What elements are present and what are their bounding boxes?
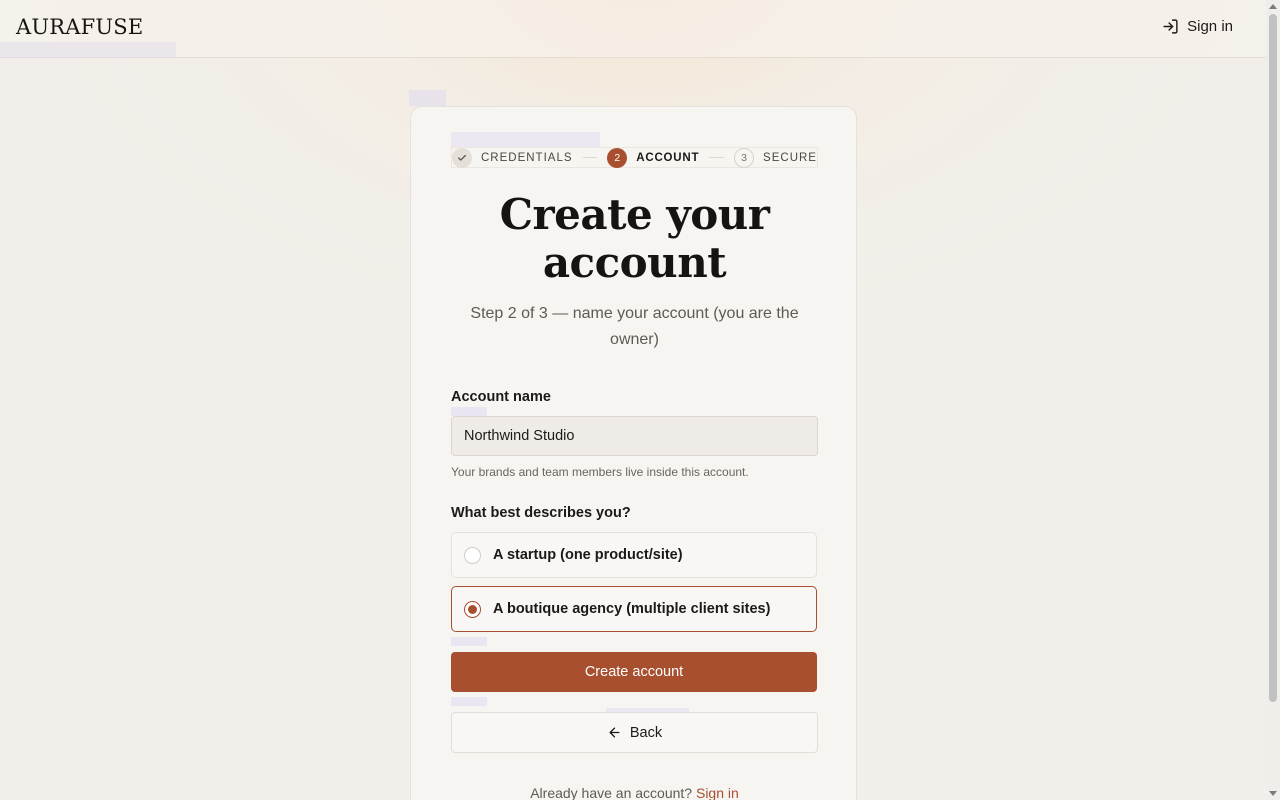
step-account: 2 ACCOUNT [607, 147, 700, 168]
step-number: 3 [734, 147, 755, 168]
page-title: Create your account [499, 190, 770, 287]
step-credentials: CREDENTIALS [452, 147, 573, 168]
option-label: A startup (one product/site) [493, 547, 683, 563]
scroll-thumb[interactable] [1269, 14, 1277, 702]
option-agency[interactable]: A boutique agency (multiple client sites… [451, 586, 817, 632]
radio-unchecked-icon[interactable] [464, 546, 481, 564]
button-underlay [451, 637, 487, 646]
step-label: CREDENTIALS [481, 151, 573, 164]
brand-logo[interactable]: AURAFUSE [16, 15, 143, 39]
scrollbar[interactable] [1266, 0, 1280, 800]
check-icon [452, 147, 472, 168]
create-account-button[interactable]: Create account [451, 652, 817, 692]
label-underlay [451, 407, 487, 416]
card-tab-marker [409, 90, 446, 106]
signin-prompt: Already have an account? Sign in [411, 785, 858, 800]
logo-underlay [0, 42, 176, 58]
describe-label: What best describes you? [451, 505, 631, 521]
radio-checked-icon[interactable] [464, 600, 481, 618]
option-startup[interactable]: A startup (one product/site) [451, 532, 817, 578]
account-name-hint: Your brands and team members live inside… [451, 465, 749, 479]
step-secure: 3 SECURE [734, 147, 817, 168]
back-label: Back [629, 724, 663, 741]
step-divider [709, 157, 725, 158]
progress-stepper: CREDENTIALS 2 ACCOUNT 3 SECURE [451, 147, 818, 168]
scroll-up-icon[interactable] [1269, 4, 1277, 9]
signup-card: CREDENTIALS 2 ACCOUNT 3 SECURE Create yo… [410, 106, 857, 800]
scroll-down-icon[interactable] [1269, 791, 1277, 796]
arrow-left-icon [609, 727, 620, 738]
back-button[interactable]: Back [451, 712, 818, 753]
step-divider [582, 157, 598, 158]
account-name-label: Account name [451, 389, 551, 405]
header-sign-in-link[interactable]: Sign in [1162, 18, 1233, 35]
step-number: 2 [607, 147, 628, 168]
sign-in-icon [1163, 19, 1178, 34]
step-label: ACCOUNT [636, 151, 700, 164]
back-underlay [451, 697, 487, 706]
option-label: A boutique agency (multiple client sites… [493, 601, 771, 617]
stepper-underlay [451, 132, 600, 147]
top-bar: AURAFUSE Sign in [0, 0, 1266, 58]
header-sign-in-label: Sign in [1187, 18, 1233, 35]
step-label: SECURE [763, 151, 817, 164]
footer-sign-in-link[interactable]: Sign in [696, 785, 739, 800]
page-subtitle: Step 2 of 3 — name your account (you are… [470, 305, 799, 348]
signin-prompt-text: Already have an account? [530, 785, 693, 800]
account-name-input[interactable] [451, 416, 818, 456]
